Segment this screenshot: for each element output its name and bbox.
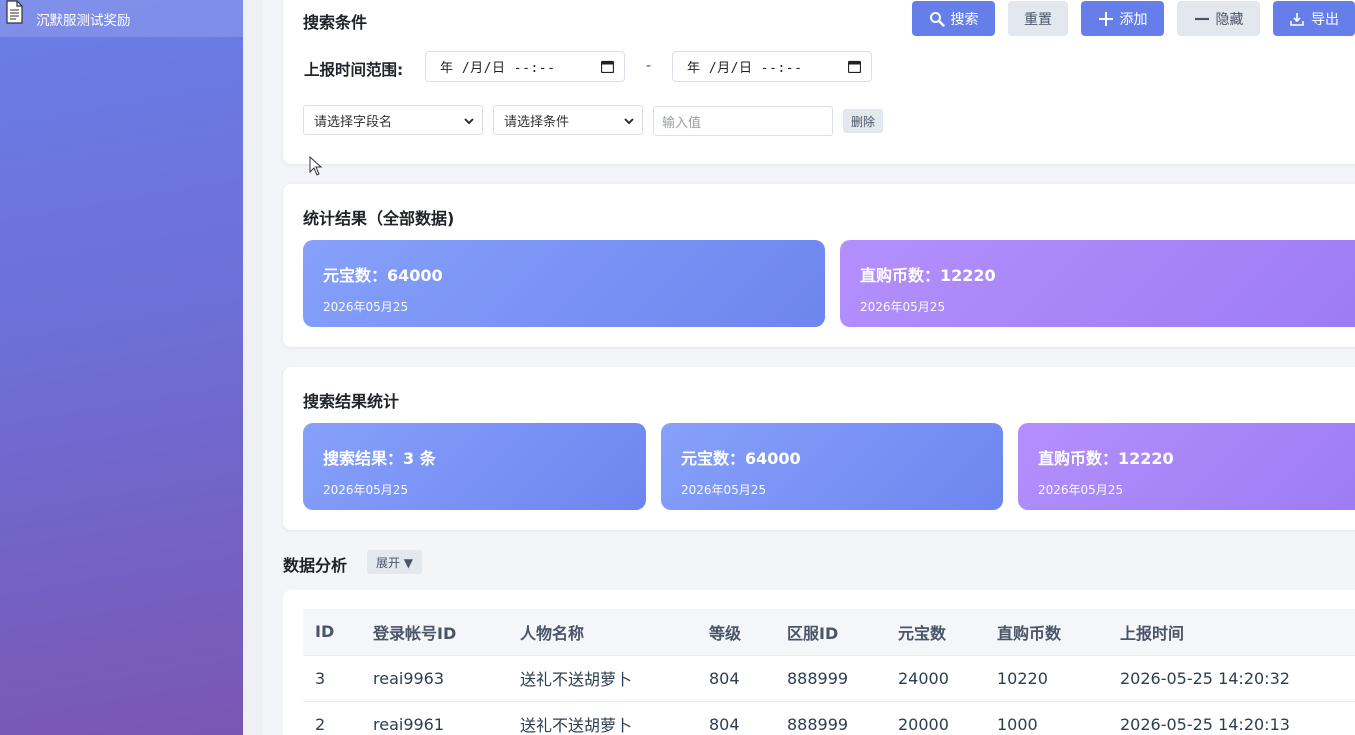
table-cell: 10220 (985, 654, 1108, 701)
search-button[interactable]: 搜索 (912, 1, 995, 36)
table-cell: 2026-05-25 14:20:32 (1108, 654, 1355, 701)
stat-card-title: 元宝数：64000 (323, 266, 443, 285)
date-to-value: 年 /月/日 --:-- (687, 61, 803, 76)
date-from-value: 年 /月/日 --:-- (440, 61, 556, 76)
sidebar: 沉默服测试奖励 (0, 0, 243, 735)
table-header-row: ID 登录帐号ID 人物名称 等级 区服ID 元宝数 直购币数 上报时间 (303, 609, 1355, 655)
chevron-down-icon (464, 118, 474, 125)
data-table-panel: ID 登录帐号ID 人物名称 等级 区服ID 元宝数 直购币数 上报时间 3 r… (283, 590, 1355, 735)
field-name-select[interactable]: 请选择字段名 (303, 105, 483, 135)
expand-button[interactable]: 展开 ▼ (367, 550, 422, 574)
column-header-direct-coin[interactable]: 直购币数 (985, 609, 1108, 655)
table-row[interactable]: 2 reai9961 送礼不送胡萝卜 804 888999 20000 1000… (303, 700, 1355, 735)
column-header-report-time[interactable]: 上报时间 (1108, 609, 1355, 655)
stat-card-title: 元宝数：64000 (681, 449, 801, 468)
document-icon (6, 0, 23, 24)
reset-button-label: 重置 (1024, 11, 1052, 28)
stat-card-title: 直购币数：12220 (1038, 449, 1174, 468)
table-cell: 2026-05-25 14:20:13 (1108, 700, 1355, 735)
stat-card-date: 2026年05月25 (681, 483, 767, 497)
table-row[interactable]: 3 reai9963 送礼不送胡萝卜 804 888999 24000 1022… (303, 654, 1355, 701)
chevron-down-icon (624, 118, 634, 125)
table-cell: reai9961 (361, 700, 508, 735)
table-cell: 888999 (775, 700, 886, 735)
column-header-account-id[interactable]: 登录帐号ID (361, 609, 508, 655)
stat-card-yuanbao-all: 元宝数：64000 2026年05月25 (303, 240, 825, 327)
stat-card-date: 2026年05月25 (323, 300, 409, 314)
plus-icon (1098, 11, 1113, 26)
stats-search-title: 搜索结果统计 (303, 392, 400, 411)
search-icon (929, 11, 945, 27)
stat-card-date: 2026年05月25 (323, 483, 409, 497)
add-button-label: 添加 (1119, 11, 1148, 28)
sidebar-item-silent-server-reward[interactable]: 沉默服测试奖励 (0, 0, 243, 37)
column-header-server-id[interactable]: 区服ID (775, 609, 886, 655)
table-cell: 送礼不送胡萝卜 (508, 700, 697, 735)
table-cell: 20000 (886, 700, 985, 735)
table-cell: 1000 (985, 700, 1108, 735)
export-button-label: 导出 (1311, 11, 1339, 28)
export-button[interactable]: 导出 (1273, 1, 1355, 36)
table-cell: reai9963 (361, 654, 508, 701)
calendar-icon[interactable] (601, 60, 614, 73)
stats-all-title: 统计结果（全部数据) (303, 209, 455, 228)
stat-card-title: 直购币数：12220 (860, 266, 996, 285)
time-range-label: 上报时间范围: (304, 61, 404, 79)
stat-card-title: 搜索结果：3 条 (323, 449, 436, 468)
stat-card-direct-coin-all: 直购币数：12220 2026年05月25 (840, 240, 1355, 327)
table-cell: 804 (697, 654, 775, 701)
column-header-level[interactable]: 等级 (697, 609, 775, 655)
hide-button[interactable]: 隐藏 (1177, 1, 1260, 36)
table-cell: 3 (303, 654, 361, 701)
data-table: ID 登录帐号ID 人物名称 等级 区服ID 元宝数 直购币数 上报时间 3 r… (303, 609, 1355, 735)
sidebar-item-label: 沉默服测试奖励 (36, 12, 131, 29)
condition-select-value: 请选择条件 (504, 114, 570, 130)
field-name-select-value: 请选择字段名 (314, 114, 393, 130)
export-icon (1290, 12, 1304, 26)
condition-select[interactable]: 请选择条件 (493, 105, 643, 135)
hide-button-label: 隐藏 (1215, 11, 1244, 28)
table-cell: 804 (697, 700, 775, 735)
stat-card-date: 2026年05月25 (860, 300, 946, 314)
column-header-id[interactable]: ID (303, 609, 361, 655)
value-input[interactable]: 输入值 (653, 106, 833, 136)
stat-card-yuanbao-search: 元宝数：64000 2026年05月25 (661, 423, 1003, 510)
table-cell: 2 (303, 700, 361, 735)
mouse-cursor-icon (309, 156, 323, 176)
calendar-icon[interactable] (848, 60, 861, 73)
date-to-input[interactable]: 年 /月/日 --:-- (672, 51, 872, 82)
date-from-input[interactable]: 年 /月/日 --:-- (425, 51, 625, 82)
table-cell: 888999 (775, 654, 886, 701)
table-cell: 送礼不送胡萝卜 (508, 654, 697, 701)
analysis-title: 数据分析 (283, 556, 348, 575)
main-gutter (243, 0, 263, 735)
delete-button-label: 删除 (850, 114, 875, 129)
minus-icon (1194, 17, 1209, 20)
table-cell: 24000 (886, 654, 985, 701)
search-button-label: 搜索 (950, 11, 979, 28)
add-button[interactable]: 添加 (1081, 1, 1164, 36)
value-input-placeholder: 输入值 (662, 115, 702, 131)
delete-condition-button[interactable]: 删除 (843, 109, 883, 133)
stat-card-direct-coin-search: 直购币数：12220 2026年05月25 (1018, 423, 1355, 510)
stat-card-date: 2026年05月25 (1038, 483, 1124, 497)
stat-card-result-count: 搜索结果：3 条 2026年05月25 (303, 423, 646, 510)
search-panel-title: 搜索条件 (303, 13, 368, 32)
column-header-character-name[interactable]: 人物名称 (508, 609, 697, 655)
reset-button[interactable]: 重置 (1008, 1, 1068, 36)
column-header-yuanbao[interactable]: 元宝数 (886, 609, 985, 655)
date-range-separator: - (646, 58, 652, 74)
